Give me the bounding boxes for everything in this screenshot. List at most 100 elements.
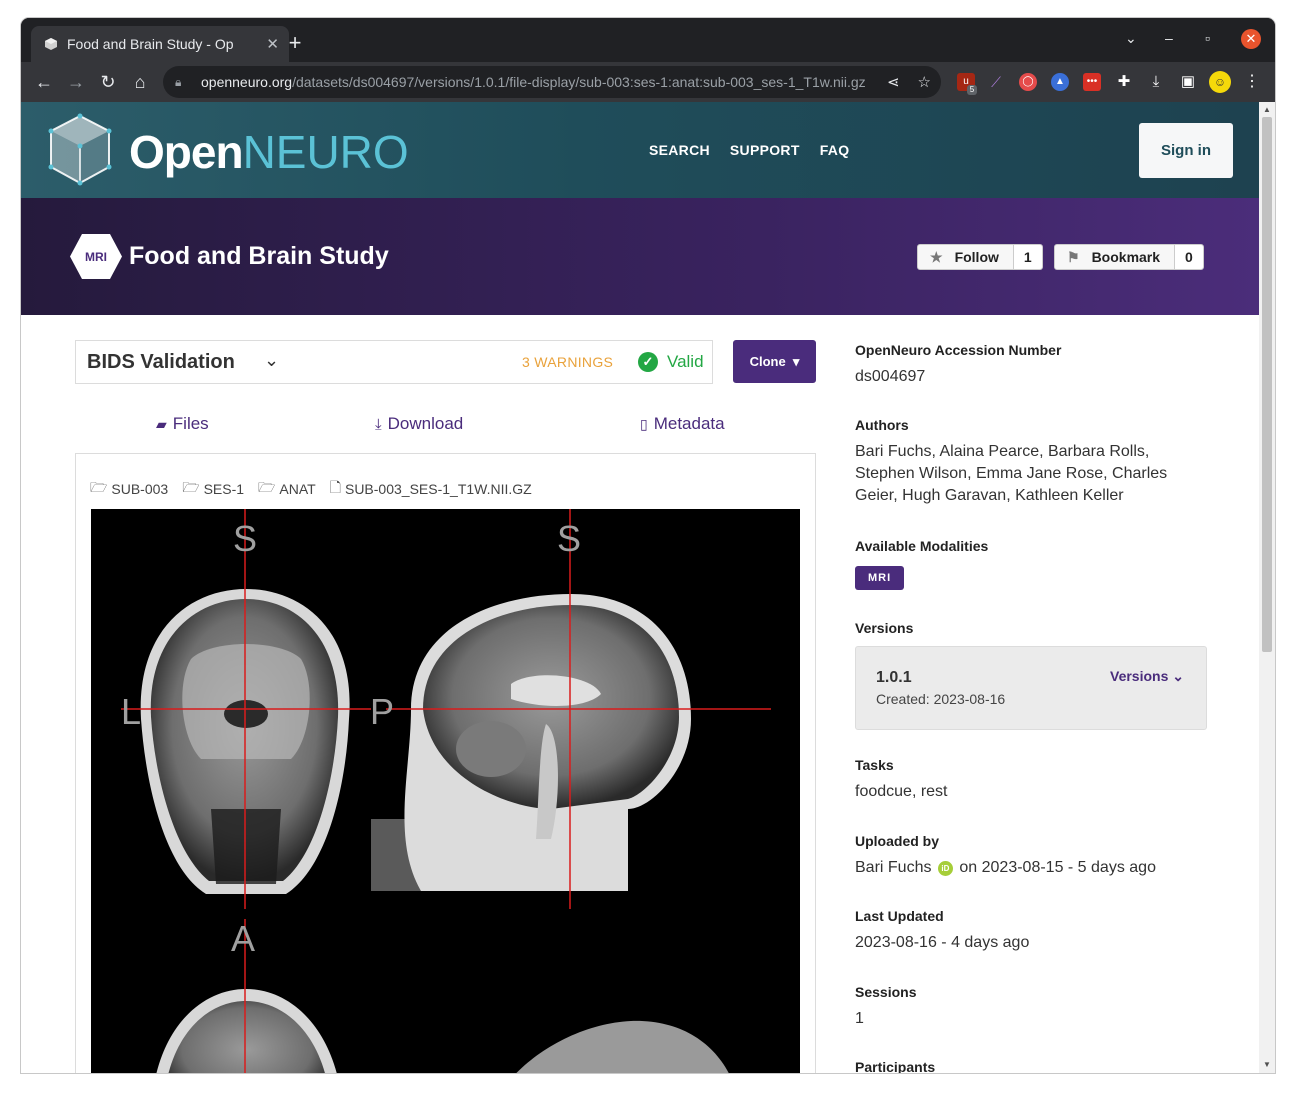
file-icon: 🗋︎ (329, 479, 341, 495)
chevron-down-icon: ⌄ (1172, 668, 1184, 684)
dataset-header: MRI Food and Brain Study ★ Follow 1 ⚑ Book… (21, 198, 1259, 315)
validation-status: Valid (667, 352, 704, 371)
axial-slice (156, 989, 729, 1073)
versions-section: Versions (855, 620, 1215, 636)
site-wordmark[interactable]: OpenNEURO (129, 124, 409, 180)
bids-validation-panel[interactable]: BIDS Validation ⌄ 3 WARNINGS ✓ Valid (75, 340, 713, 384)
follow-count: 1 (1013, 245, 1042, 269)
bookmark-count: 0 (1175, 245, 1203, 269)
openneuro-logo-icon[interactable] (45, 112, 115, 188)
modalities-section: Available Modalities MRI (855, 538, 1215, 590)
mri-slices[interactable]: S S L P A (91, 509, 800, 1073)
download-icon[interactable]: ⤓ (1147, 73, 1165, 91)
follow-label: Follow (954, 249, 999, 265)
tab-strip: Food and Brain Study - Op ✕ + ⌄ – ▫ ✕ (21, 18, 1275, 62)
orcid-icon[interactable]: iD (937, 861, 953, 876)
clone-button[interactable]: Clone ▾ (733, 340, 816, 383)
browser-window: Food and Brain Study - Op ✕ + ⌄ – ▫ ✕ ← … (21, 18, 1275, 1073)
site-nav: SEARCH SUPPORT FAQ (649, 142, 849, 158)
tab-search-chevron-icon[interactable]: ⌄ (1125, 30, 1137, 47)
tab-close-icon[interactable]: ✕ (266, 35, 279, 53)
puzzle-extensions-icon[interactable]: ✚ (1115, 73, 1133, 91)
site-header: OpenNEURO SEARCH SUPPORT FAQ Sign in (21, 102, 1259, 198)
download-tab-icon: ⤓ (375, 415, 382, 433)
openneuro-favicon-icon (43, 36, 59, 52)
nav-faq[interactable]: FAQ (820, 142, 850, 158)
mri-modality-badge[interactable]: MRI (855, 566, 905, 590)
bookmark-label: Bookmark (1091, 249, 1161, 265)
warnings-count[interactable]: 3 WARNINGS (522, 354, 613, 370)
chrome-menu-icon[interactable]: ⋮ (1243, 73, 1261, 91)
authors-value: Bari Fuchs, Alaina Pearce, Barbara Rolls… (855, 443, 1168, 504)
breadcrumb-item[interactable]: 🗁︎ SES-1 (182, 477, 244, 501)
dots-extension-icon[interactable]: ••• (1083, 73, 1101, 91)
tab-download[interactable]: ⤓ Download (375, 414, 463, 434)
breadcrumb: 🗁︎ SUB-003 🗁︎ SES-1 🗁︎ ANAT 🗋︎ SUB-003_SES-1… (90, 477, 532, 501)
browser-tab[interactable]: Food and Brain Study - Op ✕ (31, 26, 289, 62)
uploader-name[interactable]: Bari Fuchs (855, 859, 931, 876)
sessions-label: Sessions (855, 984, 917, 1000)
nav-support[interactable]: SUPPORT (730, 142, 800, 158)
mri-viewer-canvas[interactable]: S S L P A (91, 509, 800, 1073)
bookmark-star-icon[interactable]: ☆ (918, 73, 931, 91)
new-tab-button[interactable]: + (283, 30, 307, 56)
versions-dropdown[interactable]: Versions ⌄ (1110, 668, 1184, 685)
version-created: Created: 2023-08-16 (876, 691, 1006, 707)
orientation-label: L (121, 691, 141, 732)
bookmark-button-group[interactable]: ⚑ Bookmark 0 (1054, 244, 1204, 270)
share-icon[interactable]: ⋖ (887, 73, 900, 91)
sagittal-slice (371, 594, 691, 891)
breadcrumb-item[interactable]: 🗁︎ SUB-003 (90, 477, 168, 501)
reload-icon[interactable]: ↻ (97, 71, 119, 93)
maximize-icon[interactable]: ▫ (1205, 30, 1210, 46)
uploaded-value: Bari Fuchs iD on 2023-08-15 - 5 days ago (855, 857, 1215, 879)
sign-in-button[interactable]: Sign in (1139, 123, 1233, 178)
home-icon[interactable]: ⌂ (129, 71, 151, 93)
participants-section: Participants (855, 1059, 1215, 1073)
url-text: openneuro.org/datasets/ds004697/versions… (201, 74, 866, 90)
page-scrollbar[interactable]: ▲ ▼ (1259, 102, 1275, 1073)
bids-validation-title: BIDS Validation (87, 351, 235, 373)
orientation-label: A (231, 918, 255, 959)
folder-icon: ▰ (156, 415, 167, 432)
updated-section: Last Updated 2023-08-16 - 4 days ago (855, 908, 1215, 954)
orientation-label: S (233, 518, 257, 559)
extension-badge: 5 (967, 85, 977, 95)
mri-hex-icon: MRI (70, 234, 122, 279)
address-bar[interactable]: 🔒︎ openneuro.org/datasets/ds004697/versi… (163, 66, 941, 98)
tab-metadata[interactable]: ▯ Metadata (640, 414, 725, 434)
close-window-icon[interactable]: ✕ (1241, 29, 1261, 49)
side-panel-icon[interactable]: ▣ (1179, 73, 1197, 91)
profile-avatar[interactable]: ☺ (1209, 71, 1231, 93)
hex-label: MRI (85, 250, 107, 264)
feather-extension-icon[interactable]: ⟋ (987, 73, 1005, 91)
nav-search[interactable]: SEARCH (649, 142, 710, 158)
tab-files[interactable]: ▰ Files (156, 414, 209, 434)
scroll-down-icon[interactable]: ▼ (1263, 1060, 1271, 1069)
chevron-down-icon[interactable]: ⌄ (264, 350, 279, 371)
bookmark-icon: ⚑ (1067, 248, 1080, 265)
lock-icon: 🔒︎ (175, 74, 182, 89)
updated-value: 2023-08-16 - 4 days ago (855, 934, 1030, 951)
back-icon[interactable]: ← (33, 71, 55, 93)
scroll-thumb[interactable] (1262, 117, 1272, 652)
scroll-up-icon[interactable]: ▲ (1263, 105, 1271, 114)
follow-button-group[interactable]: ★ Follow 1 (917, 244, 1043, 270)
minimize-icon[interactable]: – (1165, 30, 1173, 46)
accession-section: OpenNeuro Accession Number ds004697 (855, 342, 1215, 388)
forward-icon[interactable]: → (65, 71, 87, 93)
hat-extension-icon[interactable]: ▲ (1051, 73, 1069, 91)
modalities-label: Available Modalities (855, 538, 989, 554)
uploaded-label: Uploaded by (855, 833, 940, 849)
sessions-value: 1 (855, 1010, 864, 1027)
version-card: 1.0.1 Created: 2023-08-16 Versions ⌄ (855, 646, 1207, 730)
tasks-section: Tasks foodcue, rest (855, 757, 1215, 803)
breadcrumb-item[interactable]: 🗁︎ ANAT (258, 477, 316, 501)
tasks-value: foodcue, rest (855, 783, 948, 800)
uploaded-when: on 2023-08-15 - 5 days ago (959, 859, 1156, 876)
shield-extension-icon[interactable]: ◯ (1019, 73, 1037, 91)
check-circle-icon: ✓ (638, 352, 658, 372)
participants-label: Participants (855, 1059, 936, 1073)
orientation-label: P (370, 691, 394, 732)
breadcrumb-item: 🗋︎ SUB-003_SES-1_T1W.NII.GZ (330, 477, 532, 501)
